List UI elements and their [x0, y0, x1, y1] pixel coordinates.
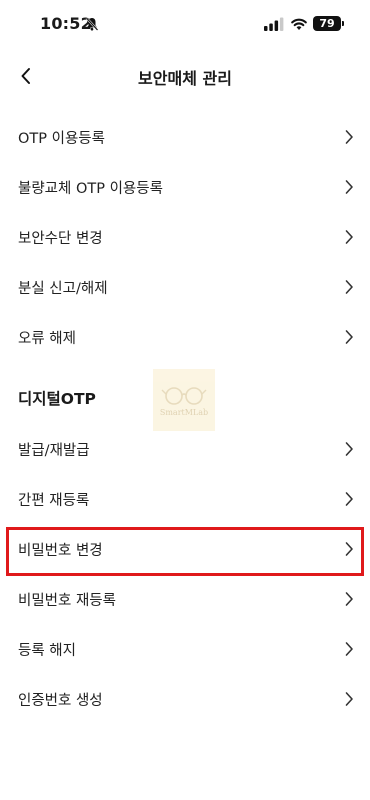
menu-item-change-password[interactable]: 비밀번호 변경 [0, 524, 370, 574]
menu-item-loss-report[interactable]: 분실 신고/해제 [0, 262, 370, 312]
chevron-right-icon [345, 330, 353, 344]
menu-item-label: 분실 신고/해제 [18, 280, 108, 297]
chevron-right-icon [345, 692, 353, 706]
menu-item-label: 불량교체 OTP 이용등록 [18, 180, 163, 197]
chevron-right-icon [345, 542, 353, 556]
chevron-right-icon [345, 230, 353, 244]
chevron-right-icon [345, 642, 353, 656]
menu-item-label: 등록 해지 [18, 642, 76, 659]
status-bar: 10:52 79 [0, 0, 370, 48]
chevron-right-icon [345, 130, 353, 144]
menu-item-label: OTP 이용등록 [18, 130, 105, 147]
menu-item-password-reregister[interactable]: 비밀번호 재등록 [0, 574, 370, 624]
chevron-right-icon [345, 442, 353, 456]
wifi-icon [291, 18, 307, 30]
section-title-digital-otp: 디지털OTP [18, 390, 96, 408]
menu-item-label: 발급/재발급 [18, 442, 90, 459]
menu-item-defective-otp-register[interactable]: 불량교체 OTP 이용등록 [0, 162, 370, 212]
menu-item-otp-register[interactable]: OTP 이용등록 [0, 112, 370, 162]
menu-item-label: 인증번호 생성 [18, 692, 103, 709]
menu-item-label: 비밀번호 변경 [18, 542, 103, 559]
menu-item-unregister[interactable]: 등록 해지 [0, 624, 370, 674]
battery-cap [342, 21, 344, 26]
menu-item-error-release[interactable]: 오류 해제 [0, 312, 370, 362]
page-title: 보안매체 관리 [138, 69, 232, 88]
signal-icon [264, 17, 284, 31]
menu-item-label: 오류 해제 [18, 330, 76, 347]
chevron-right-icon [345, 492, 353, 506]
chevron-right-icon [345, 592, 353, 606]
bell-slash-icon [85, 17, 99, 31]
menu-item-label: 비밀번호 재등록 [18, 592, 116, 609]
menu-item-generate-auth-code[interactable]: 인증번호 생성 [0, 674, 370, 724]
chevron-right-icon [345, 280, 353, 294]
menu-list: OTP 이용등록 불량교체 OTP 이용등록 보안수단 변경 분실 신고/해제 … [0, 112, 370, 724]
menu-item-label: 간편 재등록 [18, 492, 90, 509]
chevron-right-icon [345, 180, 353, 194]
menu-item-issue-reissue[interactable]: 발급/재발급 [0, 424, 370, 474]
battery-level: 79 [319, 17, 335, 30]
menu-item-simple-reregister[interactable]: 간편 재등록 [0, 474, 370, 524]
menu-item-label: 보안수단 변경 [18, 230, 103, 247]
page-header: 보안매체 관리 [0, 52, 370, 98]
menu-item-change-security-method[interactable]: 보안수단 변경 [0, 212, 370, 262]
battery-icon: 79 [313, 16, 341, 31]
